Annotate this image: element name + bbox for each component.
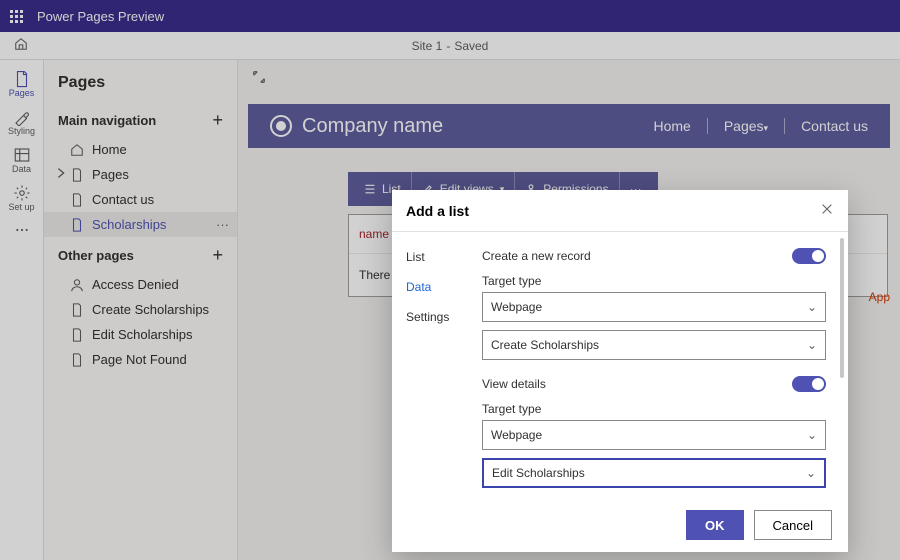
modal-tab-list[interactable]: List [392, 242, 478, 272]
label-create-record: Create a new record [482, 249, 591, 263]
chevron-down-icon: ⌄ [807, 300, 817, 314]
toggle-view-details[interactable] [792, 376, 826, 392]
ok-button[interactable]: OK [686, 510, 744, 540]
toggle-create-record[interactable] [792, 248, 826, 264]
select-create-page[interactable]: Create Scholarships ⌄ [482, 330, 826, 360]
label-target-type-1: Target type [482, 274, 826, 288]
modal-tab-data[interactable]: Data [392, 272, 478, 302]
modal-title: Add a list [406, 203, 469, 219]
select-target-type-2[interactable]: Webpage ⌄ [482, 420, 826, 450]
modal-form: Create a new record Target type Webpage … [478, 232, 848, 498]
close-icon[interactable] [820, 202, 834, 219]
modal-tabs: List Data Settings [392, 232, 478, 498]
chevron-down-icon: ⌄ [806, 466, 816, 480]
cancel-button[interactable]: Cancel [754, 510, 832, 540]
scrollbar[interactable] [840, 238, 844, 378]
label-view-details: View details [482, 377, 546, 391]
modal-tab-settings[interactable]: Settings [392, 302, 478, 332]
chevron-down-icon: ⌄ [807, 338, 817, 352]
label-target-type-2: Target type [482, 402, 826, 416]
select-target-type-1[interactable]: Webpage ⌄ [482, 292, 826, 322]
select-edit-page[interactable]: Edit Scholarships ⌄ [482, 458, 826, 488]
chevron-down-icon: ⌄ [807, 428, 817, 442]
add-list-modal: Add a list List Data Settings Create a n… [392, 190, 848, 552]
